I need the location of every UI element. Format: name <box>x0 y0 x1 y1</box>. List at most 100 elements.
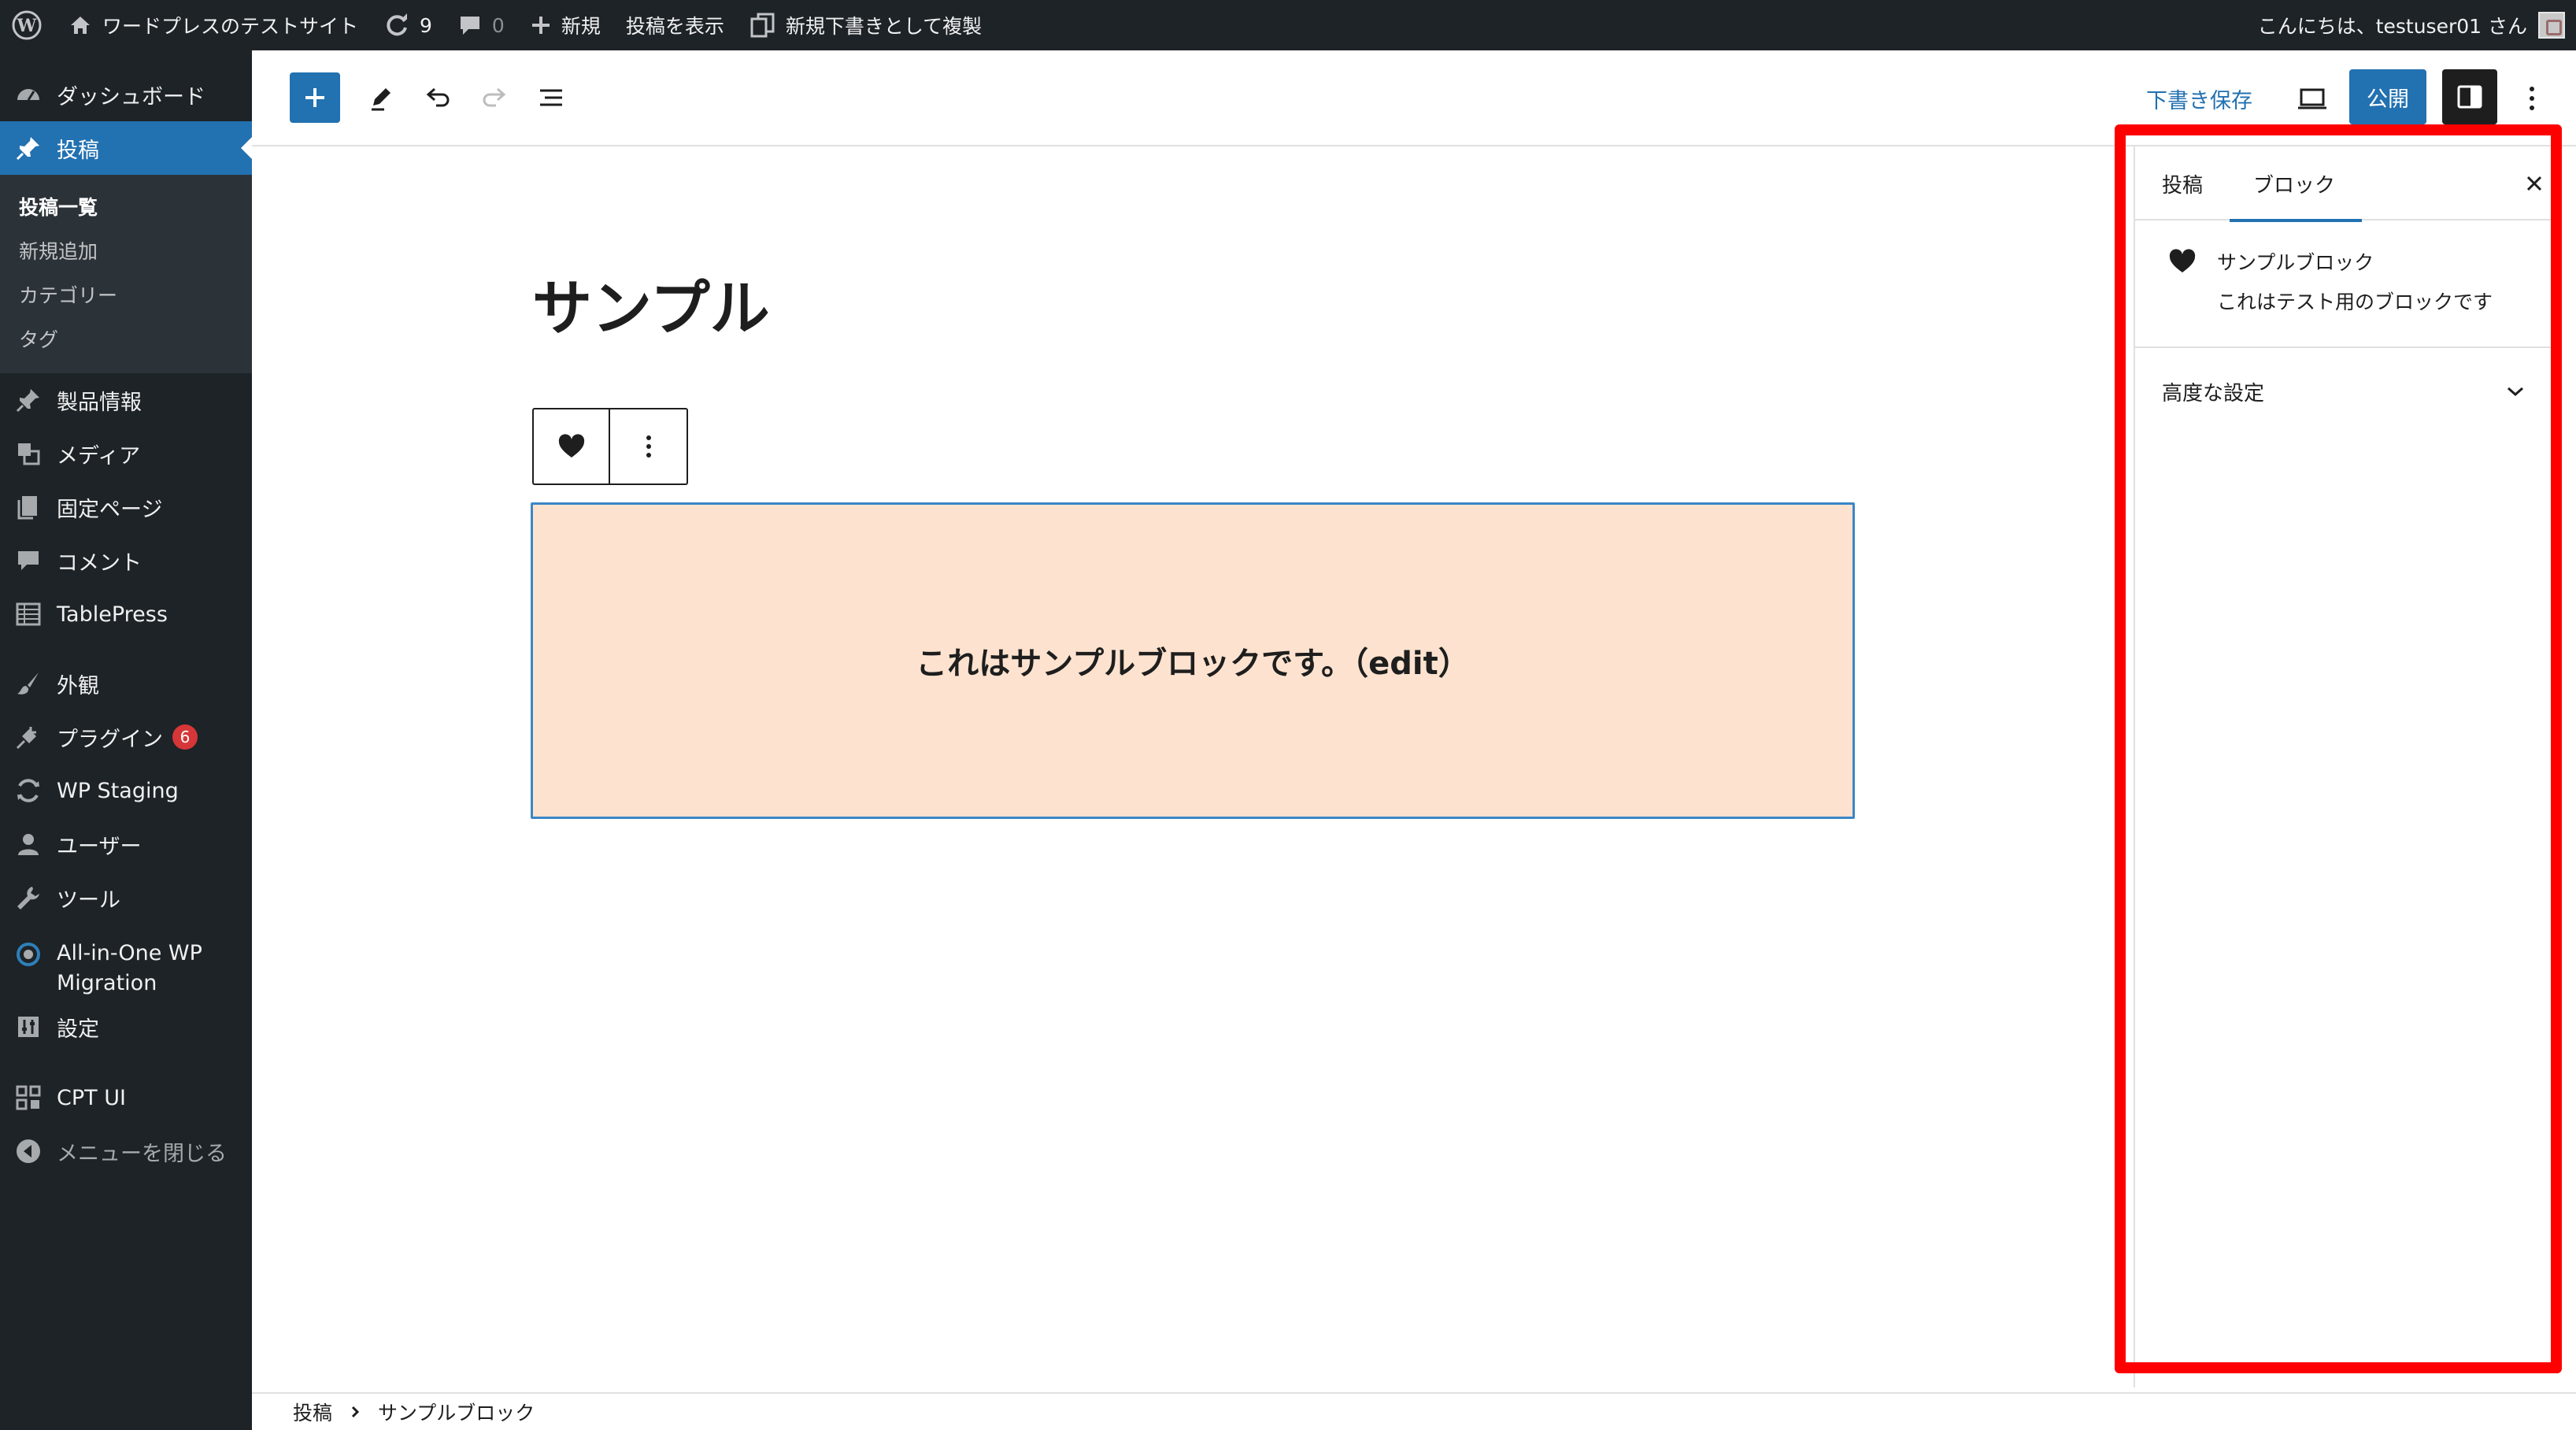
list-view-icon <box>540 89 562 106</box>
block-card-description: これはテスト用のブロックです <box>2217 291 2493 313</box>
advanced-settings-panel-toggle[interactable]: 高度な設定 <box>2135 350 2552 433</box>
view-post-label: 投稿を表示 <box>625 15 724 38</box>
menu-users[interactable]: ユーザー <box>0 817 252 871</box>
submenu-add-new[interactable]: 新規追加 <box>0 230 252 274</box>
menu-pages[interactable]: 固定ページ <box>0 480 252 534</box>
breadcrumb-root[interactable]: 投稿 <box>293 1398 332 1426</box>
staging-icon <box>13 775 44 806</box>
avatar <box>2538 12 2565 39</box>
menu-tablepress[interactable]: TablePress <box>0 587 252 641</box>
tab-block[interactable]: ブロック <box>2229 146 2363 222</box>
block-toolbar <box>532 408 688 485</box>
heart-icon <box>558 434 584 458</box>
tab-post[interactable]: 投稿 <box>2162 146 2203 220</box>
menu-comments[interactable]: コメント <box>0 534 252 587</box>
submenu-all-posts[interactable]: 投稿一覧 <box>0 186 252 230</box>
view-post-link[interactable]: 投稿を表示 <box>613 0 737 50</box>
comment-icon <box>457 13 483 38</box>
menu-appearance[interactable]: 外観 <box>0 657 252 710</box>
editor-header: 下書き保存 公開 <box>252 50 2576 146</box>
post-title[interactable]: サンプル <box>532 260 770 346</box>
comments-link[interactable]: 0 <box>445 0 517 50</box>
home-icon <box>68 13 93 38</box>
block-type-button[interactable] <box>534 409 610 483</box>
block-options-button[interactable] <box>610 409 687 483</box>
laptop-icon <box>2298 88 2326 109</box>
refresh-icon <box>383 12 410 39</box>
collapse-menu-label: メニューを閉じる <box>57 1141 227 1166</box>
menu-cpt-ui[interactable]: CPT UI <box>0 1071 252 1124</box>
updates-count: 9 <box>420 13 432 37</box>
menu-tablepress-label: TablePress <box>57 602 168 627</box>
menu-tools[interactable]: ツール <box>0 871 252 924</box>
block-card-title: サンプルブロック <box>2217 251 2374 274</box>
inspector-tabs: 投稿 ブロック <box>2135 146 2552 222</box>
save-draft-button[interactable]: 下書き保存 <box>2146 79 2252 118</box>
undo-button[interactable] <box>419 79 457 117</box>
svg-text:W: W <box>17 16 37 36</box>
menu-comments-label: コメント <box>57 550 142 576</box>
close-icon <box>2526 176 2542 191</box>
tab-post-label: 投稿 <box>2162 173 2204 198</box>
admin-bar: W ワードプレスのテストサイト 9 0 新規 投稿を表示 新規下書きとして複製 … <box>0 0 2576 50</box>
tab-block-label: ブロック <box>2253 173 2336 198</box>
pencil-icon <box>372 88 390 111</box>
close-settings-button[interactable] <box>2516 165 2552 202</box>
migration-icon <box>13 939 44 970</box>
menu-product-info[interactable]: 製品情報 <box>0 373 252 427</box>
updates-link[interactable]: 9 <box>371 0 445 50</box>
tools-button[interactable] <box>362 79 400 117</box>
pin-icon <box>13 132 44 164</box>
submenu-categories[interactable]: カテゴリー <box>0 274 252 318</box>
menu-plugins[interactable]: プラグイン 6 <box>0 710 252 764</box>
comment-icon <box>13 545 44 576</box>
grid-icon <box>13 1082 44 1113</box>
settings-sidebar: 投稿 ブロック サンプルブロック これはテスト用のブロックです 高度な設定 <box>2134 146 2552 1387</box>
greeting: こんにちは、testuser01 さん <box>2257 15 2527 38</box>
publish-button[interactable]: 公開 <box>2349 69 2426 124</box>
block-inserter-button[interactable] <box>290 72 340 123</box>
user-icon <box>13 828 44 860</box>
media-icon <box>13 438 44 469</box>
menu-posts-label: 投稿 <box>57 138 99 163</box>
menu-media-label: メディア <box>57 443 141 469</box>
menu-wp-staging-label: WP Staging <box>57 778 179 803</box>
menu-posts[interactable]: 投稿 <box>0 121 252 175</box>
redo-button[interactable] <box>476 79 513 117</box>
settings-toggle-button[interactable] <box>2442 69 2497 124</box>
collapse-menu-button[interactable]: メニューを閉じる <box>0 1124 252 1178</box>
block-card: サンプルブロック これはテスト用のブロックです <box>2135 222 2552 348</box>
menu-media[interactable]: メディア <box>0 427 252 480</box>
pin-icon <box>13 384 44 416</box>
preview-button[interactable] <box>2293 79 2332 118</box>
new-content-link[interactable]: 新規 <box>517 0 613 50</box>
save-draft-label: 下書き保存 <box>2146 88 2252 113</box>
sample-block-text: これはサンプルブロックです。（edit） <box>916 646 1470 682</box>
duplicate-draft-link[interactable]: 新規下書きとして複製 <box>737 0 994 50</box>
site-name-link[interactable]: ワードプレスのテストサイト <box>55 0 371 50</box>
chevron-down-icon <box>2508 387 2523 397</box>
breadcrumb-current: サンプルブロック <box>378 1402 535 1424</box>
posts-submenu: 投稿一覧 新規追加 カテゴリー タグ <box>0 175 252 373</box>
wordpress-logo-icon[interactable]: W <box>0 0 55 50</box>
paintbrush-icon <box>13 668 44 699</box>
menu-settings-label: 設定 <box>57 1017 99 1042</box>
site-name: ワードプレスのテストサイト <box>102 15 359 38</box>
menu-all-in-one-migration[interactable]: All-in-One WP Migration <box>0 924 252 1000</box>
my-account-link[interactable]: こんにちは、testuser01 さん <box>2245 0 2576 50</box>
duplicate-draft-label: 新規下書きとして複製 <box>785 15 983 38</box>
menu-dashboard[interactable]: ダッシュボード <box>0 68 252 121</box>
sidebar-icon <box>2457 85 2482 109</box>
menu-tools-label: ツール <box>57 887 120 913</box>
table-icon <box>13 598 44 630</box>
submenu-tags[interactable]: タグ <box>0 318 252 362</box>
document-overview-button[interactable] <box>532 79 570 117</box>
advanced-settings-label: 高度な設定 <box>2162 381 2265 406</box>
menu-dashboard-label: ダッシュボード <box>57 84 205 109</box>
options-menu-button[interactable] <box>2516 79 2548 118</box>
menu-plugins-label: プラグイン <box>57 727 163 752</box>
sample-block[interactable]: これはサンプルブロックです。（edit） <box>531 502 1855 819</box>
menu-settings[interactable]: 設定 <box>0 1000 252 1054</box>
menu-wp-staging[interactable]: WP Staging <box>0 764 252 817</box>
menu-all-in-one-line1: All-in-One WP <box>57 941 202 965</box>
